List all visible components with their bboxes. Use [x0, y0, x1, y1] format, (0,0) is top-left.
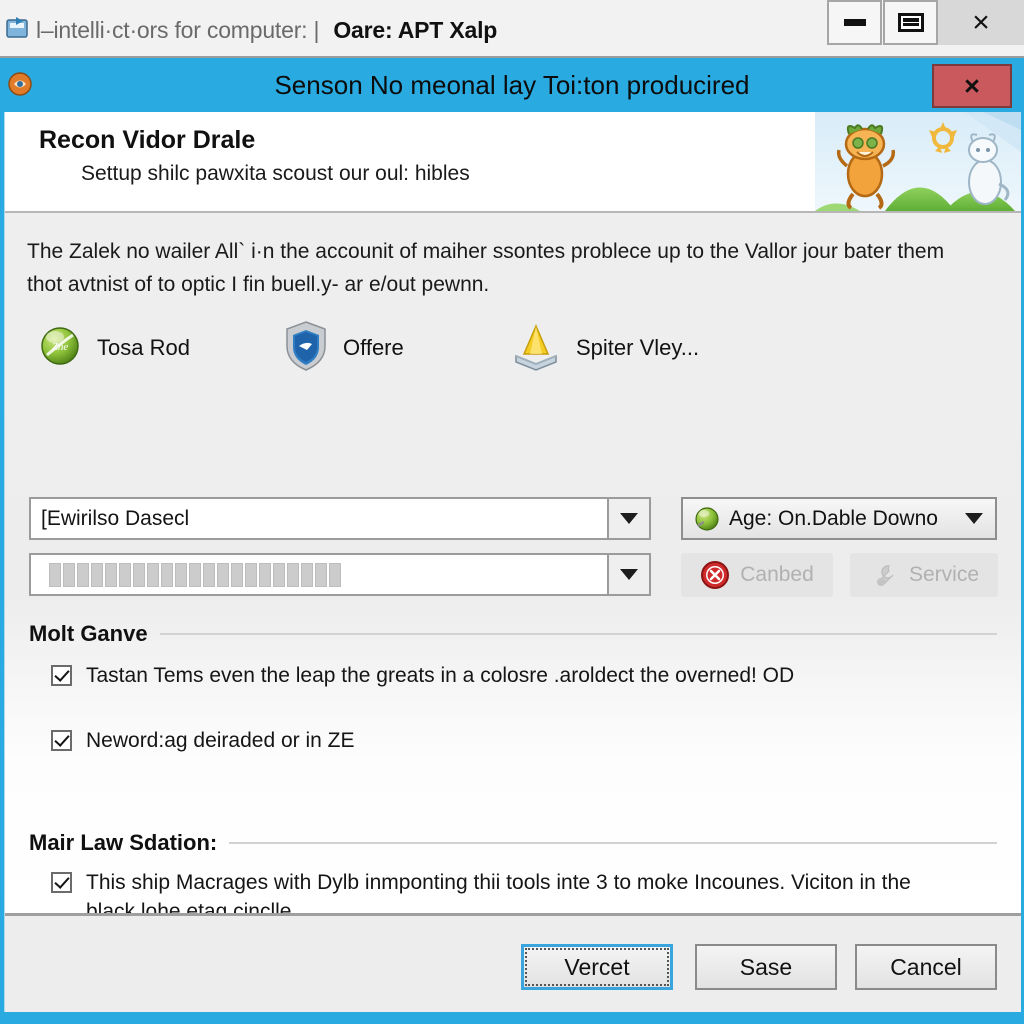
masked-char-tile: [203, 562, 215, 587]
service-label: Service: [908, 563, 980, 586]
banner-title: Recon Vidor Drale: [39, 126, 256, 154]
sase-button[interactable]: Sase: [695, 944, 837, 990]
checkbox-input[interactable]: [51, 730, 72, 751]
group-title: Molt Ganve: [29, 621, 148, 646]
parent-title-main: l–intelli·ct·ors for computer: |: [36, 17, 320, 43]
application-window: l–intelli·ct·ors for computer: | Oare: AP…: [0, 0, 1024, 1024]
minimize-button[interactable]: [827, 0, 882, 45]
chevron-down-icon[interactable]: [607, 499, 649, 538]
close-icon: ×: [964, 70, 980, 101]
group-title: Mair Law Sdation:: [29, 830, 218, 855]
masked-char-tile: [287, 562, 299, 587]
red-cancel-icon: [700, 560, 730, 590]
close-icon: ×: [972, 5, 990, 39]
masked-char-tile: [119, 562, 131, 587]
masked-char-tile: [49, 562, 61, 587]
masked-char-tile: [329, 562, 341, 587]
dialog-body: Recon Vidor Drale Settup shilc pawxita s…: [4, 112, 1021, 1012]
masked-char-tile: [259, 562, 271, 587]
feature-item-spiter-vley[interactable]: Spiter Vley...: [510, 317, 699, 379]
masked-char-tile: [63, 562, 75, 587]
close-button[interactable]: ×: [938, 0, 1024, 45]
setup-dialog: Senson No meonal lay Toi:ton producired …: [0, 58, 1024, 1024]
blue-shield-icon: [283, 320, 329, 377]
masked-char-tile: [273, 562, 285, 587]
masked-char-tile: [147, 562, 159, 587]
dialog-content: The Zalek no wailer All` i·n the accouni…: [5, 213, 1021, 923]
checkbox-input[interactable]: [51, 872, 72, 893]
cancel-button[interactable]: Cancel: [855, 944, 997, 990]
feature-item-tosa-rod[interactable]: Zne Tosa Rod: [37, 317, 190, 379]
feature-item-offere[interactable]: Offere: [283, 317, 404, 379]
intro-paragraph: The Zalek no wailer All` i·n the accouni…: [27, 240, 945, 296]
masked-char-tile: [217, 562, 229, 587]
feature-label: Offere: [343, 335, 404, 360]
service-button[interactable]: Service: [850, 553, 998, 597]
masked-char-tile: [231, 562, 243, 587]
masked-char-tile: [161, 562, 173, 587]
yellow-cone-tray-icon: [510, 320, 562, 377]
masked-char-tile: [133, 562, 145, 587]
masked-char-tile: [315, 562, 327, 587]
primary-combobox-value: [Ewirilso Dasecl: [41, 506, 190, 530]
checkbox-input[interactable]: [51, 665, 72, 686]
checkbox-row[interactable]: Neword:ag deiraded or in ZE: [51, 726, 981, 755]
chevron-down-icon[interactable]: [607, 555, 649, 594]
dialog-banner: Recon Vidor Drale Settup shilc pawxita s…: [5, 112, 1021, 213]
feature-icon-row: Zne Tosa Rod Offere Spiter Vley...: [5, 317, 1021, 383]
masked-char-tile: [301, 562, 313, 587]
maximize-button[interactable]: [883, 0, 938, 45]
minimize-icon: [843, 19, 866, 26]
secondary-combobox[interactable]: [29, 553, 651, 596]
masked-char-tile: [245, 562, 257, 587]
vercet-button[interactable]: Vercet: [521, 944, 673, 990]
canbed-label: Canbed: [740, 563, 814, 586]
banner-subtitle: Settup shilc pawxita scoust our oul: hib…: [81, 162, 470, 185]
dialog-footer: Vercet Sase Cancel: [5, 913, 1021, 1012]
age-dropdown-button[interactable]: Age: On.Dable Downo: [681, 497, 997, 540]
checkbox-label: Tastan Tems even the leap the greats in …: [86, 664, 795, 687]
app-window-icon: [4, 13, 34, 43]
checkbox-row[interactable]: Tastan Tems even the leap the greats in …: [51, 661, 981, 690]
green-orb-icon: Zne: [37, 323, 83, 374]
parent-title-accent: Oare: APT Xalp: [333, 17, 498, 43]
green-orb-icon: [693, 505, 721, 533]
masked-char-tile: [105, 562, 117, 587]
dialog-title: Senson No meonal lay Toi:ton producired: [274, 70, 750, 100]
feature-label: Tosa Rod: [97, 335, 190, 360]
dialog-close-button[interactable]: ×: [932, 64, 1012, 108]
masked-char-tile: [91, 562, 103, 587]
primary-combobox[interactable]: [Ewirilso Dasecl: [29, 497, 651, 540]
age-dropdown-label: Age: On.Dable Downo: [729, 506, 938, 530]
feature-label: Spiter Vley...: [576, 335, 700, 360]
divider: [229, 842, 997, 844]
maximize-icon: [897, 13, 924, 32]
chevron-down-icon: [965, 513, 983, 524]
gray-wrench-icon: [869, 560, 899, 590]
svg-text:Zne: Zne: [52, 341, 69, 353]
masked-char-tile: [77, 562, 89, 587]
canbed-button[interactable]: Canbed: [681, 553, 833, 597]
checkbox-label: Neword:ag deiraded or in ZE: [86, 729, 355, 752]
parent-title: l–intelli·ct·ors for computer: | Oare: AP…: [36, 8, 497, 52]
masked-char-tile: [189, 562, 201, 587]
divider: [159, 633, 997, 635]
group-header-mair-law-sdation: Mair Law Sdation:: [29, 830, 997, 856]
group-header-molt-ganve: Molt Ganve: [29, 621, 997, 647]
secondary-combobox-value: [31, 562, 607, 588]
masked-value-tiles: [41, 562, 607, 588]
parent-title-bar: l–intelli·ct·ors for computer: | Oare: AP…: [0, 0, 1024, 58]
masked-char-tile: [175, 562, 187, 587]
cat-sun-hills-illustration: [815, 112, 1021, 211]
dialog-title-bar: Senson No meonal lay Toi:ton producired …: [0, 58, 1024, 112]
